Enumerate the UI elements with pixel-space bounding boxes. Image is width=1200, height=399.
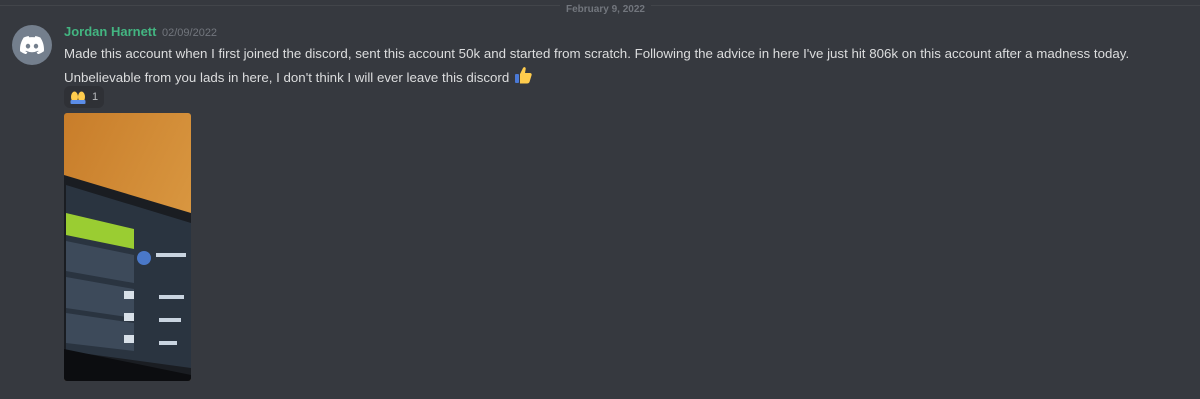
message-content: Made this account when I first joined th… [64,43,1174,89]
message-line-1: Made this account when I first joined th… [64,46,1130,61]
raised-hands-emoji-icon [70,91,86,104]
reaction-button[interactable]: 1 [64,86,104,108]
reaction-count: 1 [92,91,99,103]
date-divider: February 9, 2022 [0,4,1200,15]
discord-logo-icon [20,36,44,54]
avatar[interactable] [12,25,52,65]
message-line-2: Unbelievable from you lads in here, I do… [64,70,510,85]
message-timestamp: 02/09/2022 [162,27,218,39]
attachment-photo [64,113,191,381]
thumbs-up-emoji-icon [514,67,532,84]
message-author[interactable]: Jordan Harnett [64,24,156,39]
message-line-2-wrap: Unbelievable from you lads in here, I do… [64,65,1174,89]
image-attachment[interactable] [64,113,191,381]
date-divider-label: February 9, 2022 [560,4,651,15]
